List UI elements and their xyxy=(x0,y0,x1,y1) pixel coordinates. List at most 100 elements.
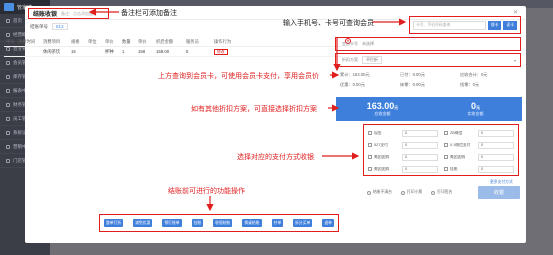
member-card-select[interactable]: 会员卡号 未选择 xyxy=(335,37,521,51)
column-header: 折后金额 xyxy=(156,38,174,44)
receivable-amount: 163.00 xyxy=(366,101,395,111)
table-cell: 1 xyxy=(122,49,125,54)
payment-checkbox[interactable] xyxy=(368,167,372,171)
functions-annotation: 结账前可进行的功能操作 xyxy=(168,188,245,195)
column-header: 消费项目 xyxy=(43,38,61,44)
logo-icon xyxy=(4,3,14,11)
stats-row: 累计：163.00元 已付：0.00元 应收合计：0元 xyxy=(340,70,520,80)
payment-method: 527支付 0 xyxy=(368,140,438,150)
discount-annotation: 如有其他折扣方案，可直接选择折扣方案 xyxy=(191,106,317,113)
member-label: 会员卡号 xyxy=(342,41,358,46)
table-row: 1 813 休闲茶饮 15 杯种 1 158 158.00 5 修改 xyxy=(4,47,342,57)
title-remark-box[interactable]: 结账收银 备注：点击添加备注 xyxy=(28,8,109,19)
order-number: 结账单号 813 xyxy=(30,23,68,30)
column-header: 操作行为 xyxy=(214,38,232,44)
payment-amount-input[interactable]: 0 xyxy=(478,153,514,161)
payment-amount-input[interactable]: 0 xyxy=(402,165,438,173)
column-header: 序号 xyxy=(6,38,15,44)
member-search-input[interactable]: 卡号、手机号码查询 xyxy=(413,20,486,30)
payment-checkbox[interactable] xyxy=(368,143,372,147)
payment-checkbox[interactable] xyxy=(444,131,448,135)
function-button[interactable]: 并单 xyxy=(271,219,284,227)
payment-label: 0.1微信支付 xyxy=(450,142,471,147)
function-button[interactable]: 收银结账 xyxy=(213,219,233,227)
function-button[interactable]: 整单打折 xyxy=(104,219,124,227)
payment-amount-input[interactable]: 0 xyxy=(478,129,514,137)
function-button[interactable]: 换桌结账 xyxy=(242,219,262,227)
discount-plan-select[interactable]: 折扣方案 不打折 ▾ xyxy=(335,53,521,67)
stats-row: 优惠：0.00元 抹零：0.00元 找零：0元 xyxy=(340,80,520,90)
payment-method: ZB微信 0 xyxy=(444,128,514,138)
menu-icon xyxy=(6,158,10,163)
menu-icon xyxy=(6,18,10,23)
radio-icon[interactable] xyxy=(367,190,371,195)
sidebar-item-label: 首页 xyxy=(13,17,22,23)
payment-method: 美团团购 0 xyxy=(444,152,514,162)
payment-method: 美团团购 0 xyxy=(368,164,438,174)
payment-methods: 现金 0 ZB微信 0 527支付 0 0.1微信支付 0 美团团购 0 美团团购 0 美团团购 0 挂账 0 xyxy=(363,124,519,176)
column-header: 单位 xyxy=(88,38,97,44)
payment-label: 美团团购 xyxy=(374,154,390,159)
action-cell: 修改 xyxy=(214,48,284,55)
payment-checkbox[interactable] xyxy=(444,155,448,159)
payment-checkbox[interactable] xyxy=(368,155,372,159)
function-button[interactable]: 拆分买单 xyxy=(293,219,313,227)
checkout-option[interactable]: 打印小票 xyxy=(400,190,422,195)
payment-label: 挂账 xyxy=(450,166,458,171)
discount-value[interactable]: 不打折 xyxy=(362,56,382,64)
checkout-option[interactable]: 打印签名 xyxy=(431,190,452,195)
payment-method: 现金 0 xyxy=(368,128,438,138)
items-table: 序号 消费时间 消费项目 规格 单位 单价 数量 单价 折后金额 服务员 操作行为 1 813 休闲茶饮… xyxy=(4,37,342,57)
table-cell: 1 xyxy=(6,49,9,54)
read-card-button[interactable]: 读卡 xyxy=(503,20,517,30)
column-header: 单价 xyxy=(105,38,114,44)
chevron-down-icon[interactable]: ▾ xyxy=(514,58,516,63)
payment-amount-input[interactable]: 0 xyxy=(402,153,438,161)
payment-checkbox[interactable] xyxy=(444,143,448,147)
payment-label: 现金 xyxy=(374,130,382,135)
payment-amount-input[interactable]: 0 xyxy=(478,141,514,149)
search-annotation: 输入手机号、卡号可查询会员 xyxy=(283,20,374,27)
remark-field[interactable]: 备注：点击添加备注 xyxy=(61,11,97,17)
function-button-bar: 整单打折 减免优惠 预打账单 挂账 收银结账 换桌结账 并单 拆分买单 退单 xyxy=(99,214,339,232)
payment-method: 挂账 0 xyxy=(444,164,514,174)
menu-icon xyxy=(6,102,10,107)
column-header: 消费时间 xyxy=(18,38,36,44)
payment-method: 美团团购 0 xyxy=(368,152,438,162)
radio-icon[interactable] xyxy=(431,190,436,195)
column-header: 数量 xyxy=(122,38,131,44)
payment-amount-input[interactable]: 0 xyxy=(402,129,438,137)
function-button[interactable]: 预打账单 xyxy=(162,219,182,227)
member-search-box: 卡号、手机号码查询 搜卡 读卡 xyxy=(409,16,521,34)
table-cell: 813 xyxy=(18,49,26,54)
menu-icon xyxy=(6,60,10,65)
checkout-option[interactable]: 结账不清台 xyxy=(367,190,392,195)
table-cell: 158.00 xyxy=(156,49,170,54)
radio-icon[interactable] xyxy=(400,190,405,195)
payment-label: 美团团购 xyxy=(374,166,390,171)
stat-value: 累计：163.00元 xyxy=(340,72,370,77)
more-payment-link[interactable]: 更多支付方式 xyxy=(490,180,513,185)
discount-label: 折扣方案 xyxy=(342,57,358,62)
stat-value: 抹零：0.00元 xyxy=(400,82,425,87)
checkout-options: 结账不清台 打印小票 打印签名 xyxy=(367,190,452,195)
option-label: 打印签名 xyxy=(437,190,453,194)
payment-checkbox[interactable] xyxy=(368,131,372,135)
menu-icon xyxy=(6,144,10,149)
payment-label: 美团团购 xyxy=(450,154,466,159)
function-button[interactable]: 减免优惠 xyxy=(133,219,153,227)
close-icon[interactable]: ✕ xyxy=(513,9,518,16)
menu-icon xyxy=(6,130,10,135)
function-button[interactable]: 挂账 xyxy=(191,219,204,227)
payment-checkbox[interactable] xyxy=(444,167,448,171)
stat-value: 已付：0.00元 xyxy=(400,72,425,77)
query-card-button[interactable]: 搜卡 xyxy=(487,20,502,30)
table-cell: 杯种 xyxy=(105,48,114,54)
payment-amount-input[interactable]: 0 xyxy=(402,141,438,149)
payment-label: ZB微信 xyxy=(450,130,463,135)
payment-amount-input[interactable]: 0 xyxy=(478,165,514,173)
checkout-button[interactable]: 收银 xyxy=(478,186,520,199)
edit-button[interactable]: 修改 xyxy=(214,48,228,55)
function-button[interactable]: 退单 xyxy=(322,219,334,227)
column-header: 服务员 xyxy=(186,38,199,44)
